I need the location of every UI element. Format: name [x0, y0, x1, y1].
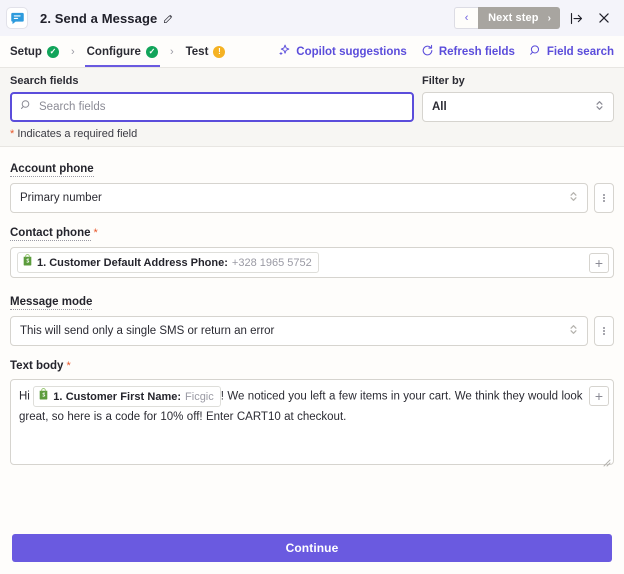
field-group-account-phone: Account phone Primary number [10, 159, 614, 213]
refresh-fields-button[interactable]: Refresh fields [421, 44, 515, 60]
search-icon [529, 44, 542, 60]
filter-by-column: Filter by All [422, 75, 614, 122]
required-field-note: * Indicates a required field [10, 128, 614, 140]
textarea-resize-handle[interactable] [603, 454, 611, 467]
required-asterisk: * [10, 128, 15, 140]
form-body: Account phone Primary number Contact pho… [0, 147, 624, 524]
step-configure-label: Configure [86, 45, 141, 58]
account-phone-select[interactable]: Primary number [10, 183, 588, 213]
step-actions: Copilot suggestions Refresh fields Field… [278, 44, 614, 60]
breadcrumb: Setup ✓ › Configure ✓ › Test ! [8, 36, 227, 67]
shopify-bag-icon [22, 254, 33, 271]
account-phone-control-row: Primary number [10, 183, 614, 213]
message-mode-select-wrapper: This will send only a single SMS or retu… [10, 316, 588, 346]
search-filter-strip: Search fields Filter by All [0, 68, 624, 147]
kebab-menu-icon [603, 326, 605, 337]
steps-bar: Setup ✓ › Configure ✓ › Test ! Copilot s… [0, 36, 624, 68]
account-phone-select-wrapper: Primary number [10, 183, 588, 213]
search-fields-label: Search fields [10, 75, 79, 87]
customer-first-name-token-name: 1. Customer First Name: [53, 390, 182, 403]
check-icon: ✓ [145, 45, 158, 58]
chevron-updown-icon [568, 190, 579, 206]
field-group-text-body: Text body * Hi 1. Customer First Name: F… [10, 360, 614, 467]
step-configure[interactable]: Configure ✓ [84, 36, 161, 67]
contact-phone-token-value: +328 1965 5752 [231, 256, 312, 269]
search-fields-column: Search fields [10, 75, 414, 122]
message-mode-control-row: This will send only a single SMS or retu… [10, 316, 614, 346]
required-asterisk: * [66, 360, 71, 372]
previous-step-button[interactable]: ‹ [454, 7, 479, 29]
field-group-message-mode: Message mode This will send only a singl… [10, 292, 614, 346]
page-title: 2. Send a Message [40, 10, 158, 26]
customer-first-name-token[interactable]: 1. Customer First Name: Ficgic [33, 386, 221, 407]
text-body-label: Text body [10, 360, 64, 372]
contact-phone-token-field[interactable]: 1. Customer Default Address Phone: +328 … [10, 247, 614, 278]
text-body-content[interactable]: Hi 1. Customer First Name: Ficgic ! We n… [19, 386, 583, 427]
search-input-wrapper[interactable] [10, 92, 414, 122]
warning-icon: ! [213, 45, 226, 58]
field-group-contact-phone: Contact phone * 1. Customer Default Addr… [10, 227, 614, 278]
breadcrumb-separator: › [70, 45, 75, 58]
text-body-add-button[interactable]: + [589, 386, 609, 406]
step-test[interactable]: Test ! [184, 36, 228, 67]
contact-phone-add-button[interactable]: + [589, 252, 609, 273]
refresh-icon [421, 44, 434, 60]
copilot-suggestions-label: Copilot suggestions [296, 45, 407, 58]
message-mode-label: Message mode [10, 296, 93, 310]
text-body-editor[interactable]: Hi 1. Customer First Name: Ficgic ! We n… [10, 379, 614, 467]
message-mode-more-options-button[interactable] [594, 316, 614, 346]
step-navigation: ‹ Next step › [454, 7, 560, 29]
filter-by-label: Filter by [422, 75, 465, 87]
close-icon[interactable] [592, 6, 616, 30]
account-phone-value: Primary number [20, 192, 102, 204]
next-step-button[interactable]: Next step › [478, 7, 560, 29]
field-search-label: Field search [546, 45, 614, 58]
contact-phone-label: Contact phone [10, 227, 91, 241]
chevron-updown-icon [568, 323, 579, 339]
contact-phone-token[interactable]: 1. Customer Default Address Phone: +328 … [17, 252, 319, 273]
required-note-text: Indicates a required field [17, 128, 138, 140]
search-input[interactable] [39, 101, 404, 113]
check-icon: ✓ [46, 45, 59, 58]
customer-first-name-token-value: Ficgic [185, 390, 214, 403]
title-bar: 2. Send a Message ‹ Next step › [0, 0, 624, 36]
copilot-suggestions-button[interactable]: Copilot suggestions [278, 44, 407, 60]
refresh-fields-label: Refresh fields [438, 45, 515, 58]
next-step-label: Next step [488, 12, 539, 24]
send-message-panel: 2. Send a Message ‹ Next step › Setup ✓ … [0, 0, 624, 574]
search-icon [20, 98, 32, 116]
footer: Continue [0, 524, 624, 574]
field-search-button[interactable]: Field search [529, 44, 614, 60]
chat-bubble-icon [6, 7, 28, 29]
contact-phone-token-name: 1. Customer Default Address Phone: [37, 256, 228, 269]
kebab-menu-icon [603, 193, 605, 204]
pencil-icon[interactable] [163, 13, 174, 24]
sparkle-icon [278, 44, 291, 60]
text-body-prefix: Hi [19, 390, 30, 403]
step-test-label: Test [185, 45, 209, 58]
message-mode-value: This will send only a single SMS or retu… [20, 325, 275, 337]
continue-button[interactable]: Continue [12, 534, 612, 562]
account-phone-more-options-button[interactable] [594, 183, 614, 213]
account-phone-label: Account phone [10, 163, 94, 177]
filter-by-value: All [432, 101, 447, 113]
chevron-updown-icon [594, 99, 605, 115]
contact-phone-label-row: Contact phone * [10, 227, 614, 241]
breadcrumb-separator: › [169, 45, 174, 58]
chevron-right-icon: › [547, 12, 551, 24]
text-body-label-row: Text body * [10, 360, 614, 373]
filter-by-select[interactable]: All [422, 92, 614, 122]
step-setup-label: Setup [10, 45, 42, 58]
collapse-panel-icon[interactable] [564, 6, 588, 30]
shopify-bag-icon [38, 388, 49, 405]
step-setup[interactable]: Setup ✓ [8, 36, 61, 67]
message-mode-select[interactable]: This will send only a single SMS or retu… [10, 316, 588, 346]
required-asterisk: * [93, 227, 98, 239]
search-filter-row: Search fields Filter by All [10, 75, 614, 122]
